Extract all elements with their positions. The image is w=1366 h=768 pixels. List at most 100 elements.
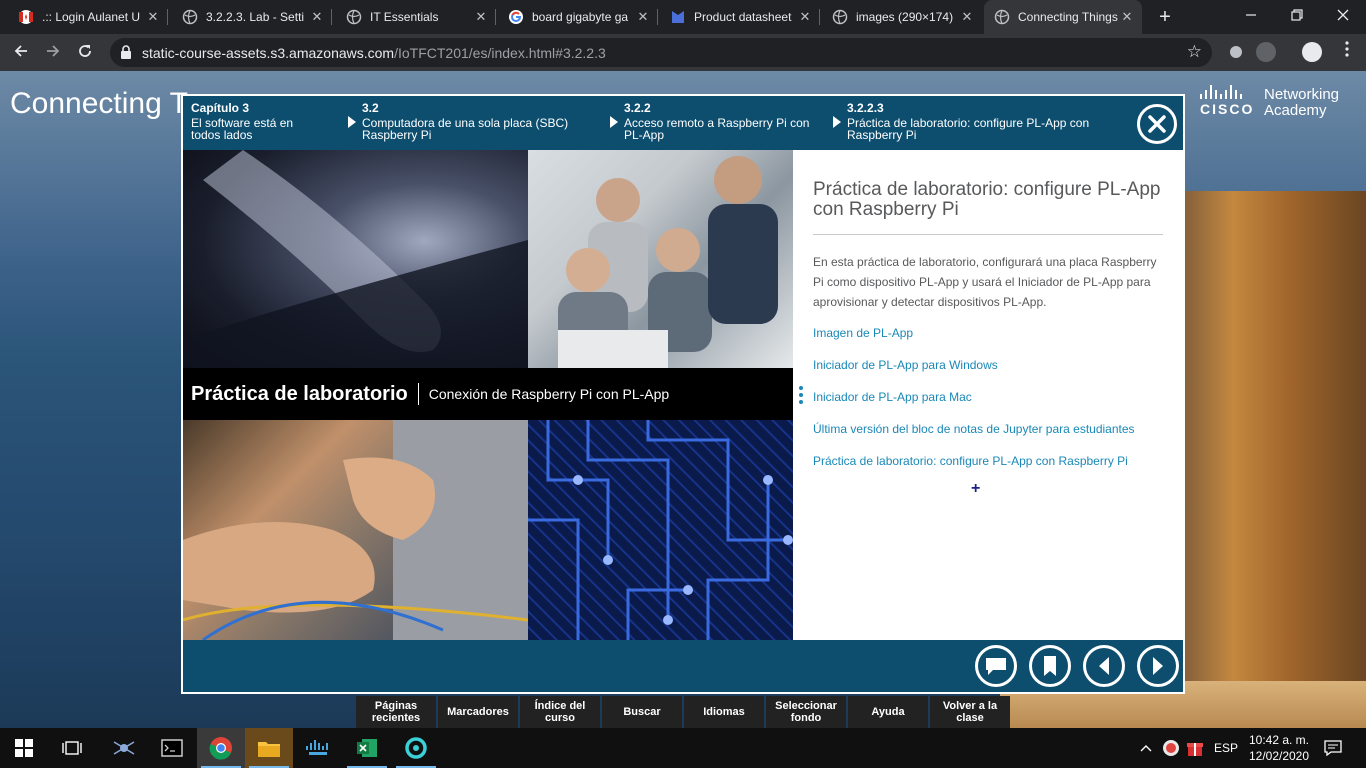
excel-icon: [357, 739, 377, 757]
minimize-icon: [1246, 14, 1256, 16]
close-icon[interactable]: ✕: [796, 9, 814, 25]
taskbar-app[interactable]: [148, 728, 196, 768]
bookmarks-button[interactable]: Marcadores: [438, 696, 518, 728]
action-center-button[interactable]: [1324, 728, 1342, 768]
resource-link[interactable]: Práctica de laboratorio: configure PL-Ap…: [813, 454, 1128, 468]
search-button[interactable]: Buscar: [602, 696, 682, 728]
close-icon[interactable]: ✕: [308, 9, 326, 25]
close-icon[interactable]: ✕: [1118, 9, 1136, 25]
comment-button[interactable]: [975, 645, 1017, 687]
breadcrumb-text: El software está en todos lados: [191, 116, 294, 142]
breadcrumb-number: 3.2.2.3: [847, 101, 884, 115]
course-index-button[interactable]: Índice del curso: [520, 696, 600, 728]
course-page: Connecting T CISCO Networking Academy Ca…: [0, 71, 1366, 728]
breadcrumb-text: Computadora de una sola placa (SBC) Rasp…: [362, 116, 569, 142]
close-icon[interactable]: ✕: [144, 9, 162, 25]
next-page-button[interactable]: [1137, 645, 1179, 687]
cisco-bars-icon: [1200, 85, 1254, 99]
tab-title: IT Essentials: [370, 10, 439, 24]
address-toolbar: static-course-assets.s3.amazonaws.com/Io…: [0, 34, 1366, 71]
tab-title: Product datasheet: [694, 10, 792, 24]
previous-page-button[interactable]: [1083, 645, 1125, 687]
browser-tab[interactable]: board gigabyte ga ✕: [498, 0, 658, 34]
drag-handle-icon[interactable]: [799, 386, 803, 404]
system-clock[interactable]: 10:42 a. m. 12/02/2020: [1244, 732, 1314, 764]
taskbar-app-chrome[interactable]: [197, 728, 245, 768]
new-tab-button[interactable]: +: [1153, 5, 1177, 29]
star-icon[interactable]: ☆: [1187, 42, 1202, 62]
menu-button[interactable]: [1334, 40, 1360, 66]
browser-tab-active[interactable]: Connecting Things ✕: [984, 0, 1142, 34]
url-host: static-course-assets.s3.amazonaws.com: [142, 45, 395, 61]
show-hidden-icons-button[interactable]: [1140, 728, 1152, 768]
select-background-button[interactable]: Seleccionar fondo: [766, 696, 846, 728]
breadcrumb-item[interactable]: 3.2.2.3 Práctica de laboratorio: configu…: [833, 101, 1117, 142]
lesson-modal: Capítulo 3 El software está en todos lad…: [181, 94, 1185, 694]
hardware-repair-image: [183, 420, 529, 640]
breadcrumb-number: 3.2.2: [624, 101, 651, 115]
taskbar-app-explorer[interactable]: [245, 728, 293, 768]
modal-close-button[interactable]: [1137, 104, 1177, 144]
window-close-button[interactable]: [1320, 0, 1366, 34]
tray-app-icon[interactable]: [1186, 728, 1204, 768]
browser-tab[interactable]: images (290×174) ✕: [822, 0, 982, 34]
start-button[interactable]: [0, 728, 48, 768]
forward-button[interactable]: [40, 40, 66, 66]
browser-tab[interactable]: IT Essentials ✕: [336, 0, 496, 34]
input-language-indicator[interactable]: ESP: [1214, 728, 1238, 768]
close-icon[interactable]: ✕: [472, 9, 490, 25]
breadcrumb-number: 3.2: [362, 101, 379, 115]
resource-link[interactable]: Última versión del bloc de notas de Jupy…: [813, 422, 1135, 436]
browser-tab[interactable]: Product datasheet ✕: [660, 0, 820, 34]
breadcrumb-text: Práctica de laboratorio: configure PL-Ap…: [847, 116, 1090, 142]
globe-icon: [994, 9, 1010, 25]
lab-banner-divider: [417, 383, 419, 405]
chevron-right-icon: [610, 116, 618, 128]
task-view-button[interactable]: [48, 728, 96, 768]
extension-icon[interactable]: [1256, 42, 1276, 62]
close-icon[interactable]: ✕: [958, 9, 976, 25]
cisco-icon: [306, 740, 328, 755]
taskbar-app[interactable]: [392, 728, 440, 768]
resource-link[interactable]: Imagen de PL-App: [813, 326, 913, 340]
lab-collage: Práctica de laboratorio Conexión de Rasp…: [183, 150, 793, 640]
breadcrumb-item[interactable]: 3.2.2 Acceso remoto a Raspberry Pi con P…: [610, 101, 814, 141]
circuit-board-image: [528, 420, 793, 640]
back-arrow-icon: [14, 45, 27, 57]
taskbar-app[interactable]: [100, 728, 148, 768]
url-bar[interactable]: static-course-assets.s3.amazonaws.com/Io…: [110, 38, 1212, 67]
lab-banner-title: Práctica de laboratorio: [191, 382, 408, 405]
globe-icon: [182, 9, 198, 25]
breadcrumb-item[interactable]: 3.2 Computadora de una sola placa (SBC) …: [348, 101, 592, 142]
tray-app-icon[interactable]: [1162, 728, 1180, 768]
browser-tab[interactable]: 3.2.2.3. Lab - Setti ✕: [172, 0, 332, 34]
recent-pages-button[interactable]: Páginas recientes: [356, 696, 436, 728]
breadcrumb-item[interactable]: Capítulo 3 El software está en todos lad…: [191, 102, 321, 141]
languages-button[interactable]: Idiomas: [684, 696, 764, 728]
extension-icon[interactable]: [1226, 42, 1246, 62]
profile-avatar-icon[interactable]: [1302, 42, 1322, 62]
antivirus-icon: [1163, 740, 1179, 756]
minimize-button[interactable]: [1228, 0, 1274, 34]
app-icon: [405, 737, 427, 759]
logo-line: Academy: [1264, 102, 1327, 119]
lab-banner-subtitle: Conexión de Raspberry Pi con PL-App: [428, 386, 670, 402]
help-button[interactable]: Ayuda: [848, 696, 928, 728]
lab-description: En esta práctica de laboratorio, configu…: [813, 255, 1157, 309]
resource-link[interactable]: Iniciador de PL-App para Mac: [813, 390, 972, 404]
bookmark-button[interactable]: [1029, 645, 1071, 687]
back-to-class-button[interactable]: Volver a la clase: [930, 696, 1010, 728]
maximize-button[interactable]: [1274, 0, 1320, 34]
taskbar-app-excel[interactable]: [343, 728, 391, 768]
reload-button[interactable]: [72, 40, 98, 66]
tab-title: .:: Login Aulanet U: [42, 10, 141, 24]
close-icon[interactable]: ✕: [634, 9, 652, 25]
students-image: [528, 150, 793, 368]
chevron-right-icon: [833, 116, 841, 128]
browser-tab[interactable]: .:: Login Aulanet U ✕: [8, 0, 168, 34]
taskbar-app[interactable]: [294, 728, 342, 768]
divider: [813, 234, 1163, 235]
resource-link[interactable]: Iniciador de PL-App para Windows: [813, 358, 998, 372]
back-button[interactable]: [8, 40, 34, 66]
comment-icon: [986, 658, 1006, 675]
